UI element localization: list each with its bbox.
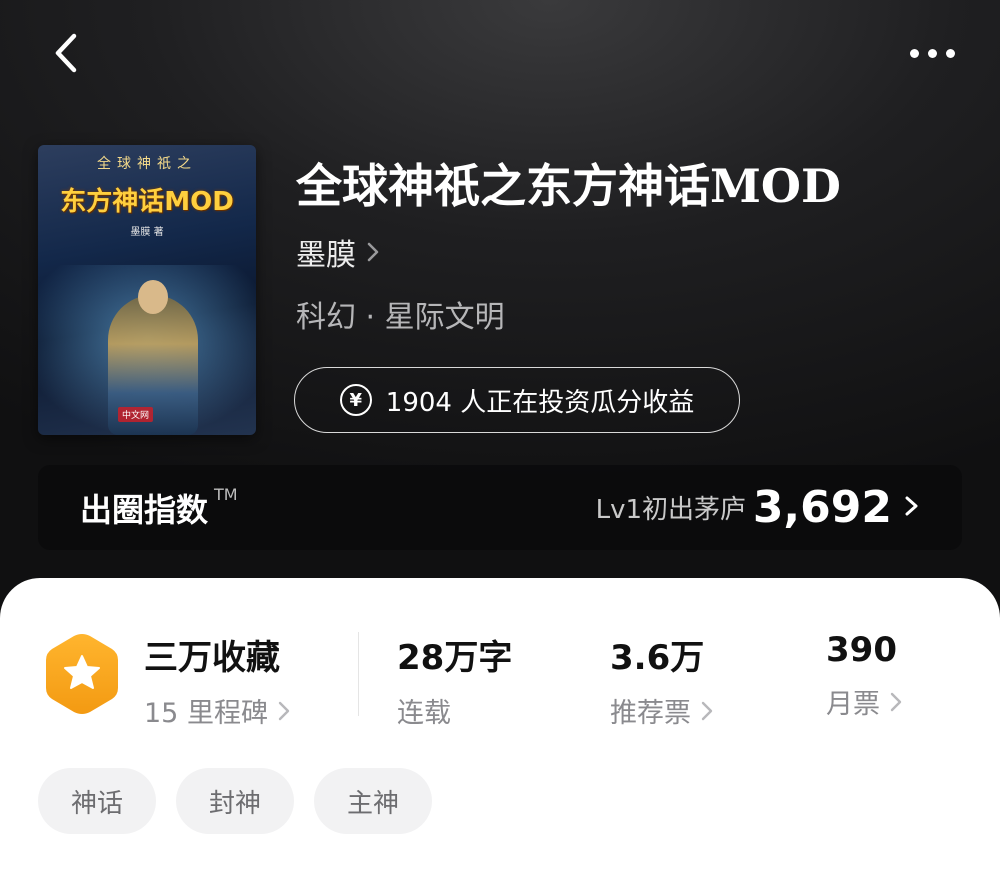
chevron-right-icon — [278, 701, 290, 720]
popularity-score: 3,692 — [752, 482, 892, 533]
tag-chip[interactable]: 神话 — [38, 768, 156, 834]
stat-recommend[interactable]: 3.6万 推荐票 — [610, 630, 713, 730]
tag-chip[interactable]: 封神 — [176, 768, 294, 834]
recommend-count: 3.6 — [610, 638, 671, 678]
cover-author-text: 墨膜 著 — [130, 227, 164, 238]
cover-badge: 中文网 — [118, 407, 154, 422]
popularity-label: 出圈指数 TM — [80, 484, 238, 529]
monthly-label: 月票 — [826, 689, 880, 720]
stats-divider — [358, 632, 359, 716]
monthly-count: 390 — [826, 630, 897, 670]
stat-monthly[interactable]: 390 月票 — [826, 630, 902, 721]
cover-title-text: 东方神话MOD — [60, 187, 234, 217]
book-cover[interactable]: 全球神祇之 东方神话MOD 墨膜 著 中文网 — [38, 145, 256, 435]
word-count: 28 — [397, 638, 445, 678]
yen-coin-icon: ¥ — [339, 384, 372, 416]
tag-list: 神话 封神 主神 — [38, 768, 432, 834]
collect-count: 三万收藏 — [144, 638, 280, 678]
popularity-index-bar[interactable]: 出圈指数 TM Lv1初出茅庐 3,692 — [38, 465, 962, 550]
stat-words: 28万字 连载 — [397, 630, 512, 730]
star-badge-icon — [46, 634, 118, 714]
serial-status: 连载 — [397, 698, 451, 729]
milestone-label: 15 里程碑 — [144, 698, 268, 729]
milestone-link[interactable]: 15 里程碑 — [144, 691, 290, 730]
chevron-right-icon — [367, 242, 379, 262]
recommend-label: 推荐票 — [610, 698, 691, 729]
cover-top-text: 全球神祇之 — [97, 156, 197, 172]
more-dots-icon[interactable] — [904, 38, 960, 68]
book-genre: 科幻 · 星际文明 — [296, 300, 505, 335]
invest-text: 1904 人正在投资瓜分收益 — [385, 387, 695, 418]
book-title: 全球神祇之东方神话MOD — [296, 159, 841, 213]
word-unit: 万字 — [444, 638, 513, 678]
chevron-left-icon[interactable] — [48, 30, 88, 76]
author-name: 墨膜 — [296, 238, 356, 273]
invest-button[interactable]: ¥ 1904 人正在投资瓜分收益 — [294, 367, 740, 433]
trademark-mark: TM — [214, 484, 238, 504]
tag-chip[interactable]: 主神 — [314, 768, 432, 834]
author-link[interactable]: 墨膜 — [296, 230, 380, 274]
chevron-right-icon — [701, 701, 713, 720]
popularity-level: Lv1初出茅庐 — [595, 495, 746, 525]
chevron-right-icon — [905, 496, 918, 516]
recommend-unit: 万 — [670, 638, 705, 678]
stat-collect[interactable]: 三万收藏 15 里程碑 — [144, 630, 290, 730]
chevron-right-icon — [890, 692, 902, 711]
